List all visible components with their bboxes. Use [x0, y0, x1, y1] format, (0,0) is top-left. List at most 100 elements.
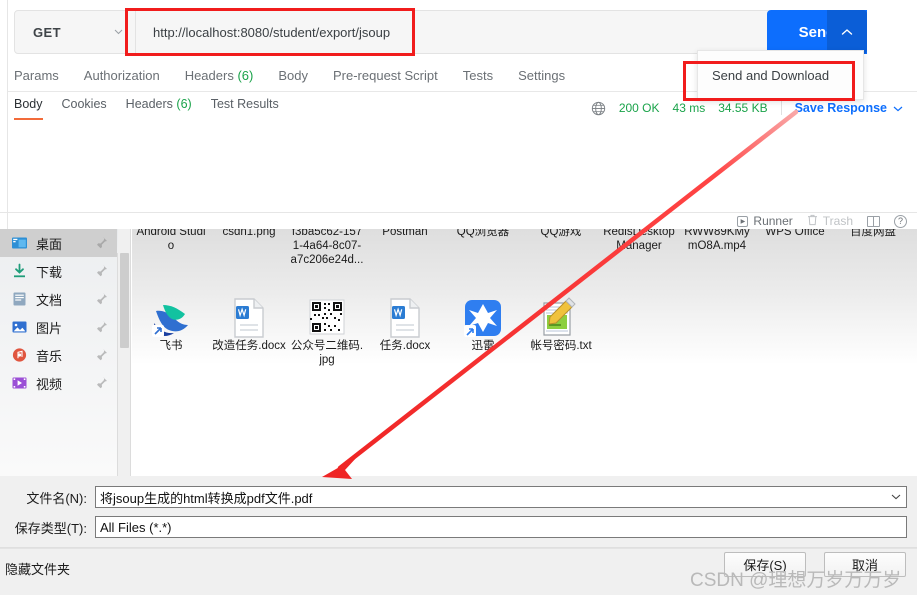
- pictures-icon: [11, 319, 28, 335]
- file-label: 改造任务.docx: [212, 340, 286, 352]
- file-label: RWW89KMymO8A.mp4: [684, 229, 750, 252]
- pin-icon[interactable]: [96, 236, 108, 250]
- word-doc-icon: [210, 293, 288, 339]
- tab-authorization[interactable]: Authorization: [84, 68, 160, 83]
- response-tab-headers[interactable]: Headers (6): [126, 97, 192, 118]
- trash-button[interactable]: Trash: [807, 214, 853, 229]
- sidebar-item-pictures[interactable]: 图片: [0, 313, 117, 341]
- pin-icon[interactable]: [96, 376, 108, 390]
- documents-icon: [11, 291, 28, 307]
- file-row: Android Studio csdn1.png f3ba5c62-1571-4…: [132, 229, 917, 267]
- pin-icon[interactable]: [96, 320, 108, 334]
- file-item-gaizao-renwu-docx[interactable]: 改造任务.docx: [210, 293, 288, 367]
- file-label: 百度网盘: [850, 229, 896, 238]
- filename-input[interactable]: 将jsoup生成的html转换成pdf文件.pdf: [95, 486, 907, 508]
- send-options-button[interactable]: [827, 10, 867, 54]
- http-method-label: GET: [33, 24, 61, 40]
- response-tab-cookies[interactable]: Cookies: [62, 97, 107, 118]
- sidebar-item-label: 下载: [36, 264, 63, 280]
- question-mark-icon[interactable]: ?: [894, 214, 907, 228]
- dialog-form: 文件名(N): 将jsoup生成的html转换成pdf文件.pdf 保存类型(T…: [0, 476, 917, 549]
- file-label: QQ游戏: [540, 229, 582, 238]
- word-doc-icon: [366, 293, 444, 339]
- screenshot-root: GET http://localhost:8080/student/export…: [0, 0, 917, 595]
- save-response-label: Save Response: [794, 101, 887, 115]
- send-and-download-menu-item[interactable]: Send and Download: [697, 50, 864, 100]
- response-time: 43 ms: [672, 101, 706, 115]
- trash-icon: [807, 214, 818, 229]
- response-body-area: [8, 124, 917, 212]
- file-label: Postman: [382, 229, 428, 238]
- file-item[interactable]: f3ba5c62-1571-4a64-8c07-a7c206e24d...: [288, 229, 366, 267]
- dialog-nav-pane: 桌面 下载 文档 图片 音乐 视频: [0, 229, 118, 476]
- file-item[interactable]: Android Studio: [132, 229, 210, 267]
- globe-icon: [591, 101, 606, 116]
- sidebar-item-label: 视频: [36, 376, 63, 392]
- tab-pre-request-script[interactable]: Pre-request Script: [333, 68, 438, 83]
- file-item[interactable]: RWW89KMymO8A.mp4: [678, 229, 756, 267]
- file-item-feishu[interactable]: 飞书: [132, 293, 210, 367]
- postman-footer: ▶ Runner Trash ?: [0, 213, 917, 229]
- request-tabs: Params Authorization Headers (6) Body Pr…: [14, 62, 565, 89]
- pin-icon[interactable]: [96, 348, 108, 362]
- tab-body[interactable]: Body: [278, 68, 308, 83]
- file-label: 任务.docx: [379, 340, 431, 352]
- response-tab-test-results[interactable]: Test Results: [211, 97, 279, 118]
- save-response-button[interactable]: Save Response: [795, 101, 903, 115]
- runner-button[interactable]: ▶ Runner: [737, 214, 793, 228]
- tab-params[interactable]: Params: [14, 68, 59, 83]
- chevron-up-icon: [841, 28, 853, 36]
- two-pane-layout-icon[interactable]: [867, 215, 880, 227]
- file-label: f3ba5c62-1571-4a64-8c07-a7c206e24d...: [290, 229, 364, 266]
- tab-settings[interactable]: Settings: [518, 68, 565, 83]
- file-item-renwu-docx[interactable]: 任务.docx: [366, 293, 444, 367]
- videos-icon: [11, 375, 28, 391]
- file-item[interactable]: csdn1.png: [210, 229, 288, 267]
- file-label: Android Studio: [136, 229, 206, 252]
- chevron-down-icon: [893, 101, 903, 115]
- http-method-selector[interactable]: GET: [15, 11, 135, 53]
- file-item[interactable]: QQ游戏: [522, 229, 600, 267]
- filetype-select[interactable]: All Files (*.*): [95, 516, 907, 538]
- file-label: WPS Office: [765, 229, 825, 238]
- filetype-value: All Files (*.*): [100, 519, 172, 535]
- file-label: RedisDesktopManager: [603, 229, 675, 252]
- feishu-icon: [132, 293, 210, 339]
- file-item-xunlei[interactable]: 迅雷: [444, 293, 522, 367]
- nav-pane-scrollbar[interactable]: [118, 229, 131, 476]
- request-url-bar: GET http://localhost:8080/student/export…: [14, 10, 778, 54]
- url-input[interactable]: http://localhost:8080/student/export/jso…: [136, 11, 777, 53]
- play-icon: ▶: [737, 215, 749, 227]
- pin-icon[interactable]: [96, 264, 108, 278]
- file-item-zhanghao-mima-txt[interactable]: 帐号密码.txt: [522, 293, 600, 367]
- notepad-txt-icon: [522, 293, 600, 339]
- status-divider: [780, 101, 782, 115]
- file-item[interactable]: Postman: [366, 229, 444, 267]
- download-icon: [11, 263, 28, 279]
- tab-headers[interactable]: Headers (6): [185, 68, 254, 83]
- file-row: 飞书 改造任务.docx 公众号二维码.jpg 任务.docx 迅雷 帐号密码.…: [132, 293, 917, 367]
- filetype-label: 保存类型(T):: [14, 520, 87, 536]
- file-item[interactable]: 百度网盘: [834, 229, 912, 267]
- scrollbar-thumb[interactable]: [120, 253, 129, 348]
- chevron-down-icon[interactable]: [891, 492, 901, 502]
- file-list-pane: Android Studio csdn1.png f3ba5c62-1571-4…: [132, 229, 917, 476]
- pin-icon[interactable]: [96, 292, 108, 306]
- file-label: 帐号密码.txt: [530, 340, 592, 352]
- file-item-gongzhonghao-qr-jpg[interactable]: 公众号二维码.jpg: [288, 293, 366, 367]
- postman-left-edge: [0, 0, 8, 229]
- sidebar-item-documents[interactable]: 文档: [0, 285, 117, 313]
- sidebar-item-music[interactable]: 音乐: [0, 341, 117, 369]
- response-tab-body[interactable]: Body: [14, 97, 43, 120]
- sidebar-item-downloads[interactable]: 下载: [0, 257, 117, 285]
- file-item[interactable]: QQ浏览器: [444, 229, 522, 267]
- postman-panel: GET http://localhost:8080/student/export…: [0, 0, 917, 229]
- file-label: 飞书: [159, 340, 183, 352]
- file-item[interactable]: WPS Office: [756, 229, 834, 267]
- tab-tests[interactable]: Tests: [463, 68, 493, 83]
- file-item[interactable]: RedisDesktopManager: [600, 229, 678, 267]
- status-code: 200 OK: [618, 101, 660, 115]
- filename-value: 将jsoup生成的html转换成pdf文件.pdf: [100, 490, 313, 506]
- sidebar-item-desktop[interactable]: 桌面: [0, 229, 117, 257]
- sidebar-item-videos[interactable]: 视频: [0, 369, 117, 397]
